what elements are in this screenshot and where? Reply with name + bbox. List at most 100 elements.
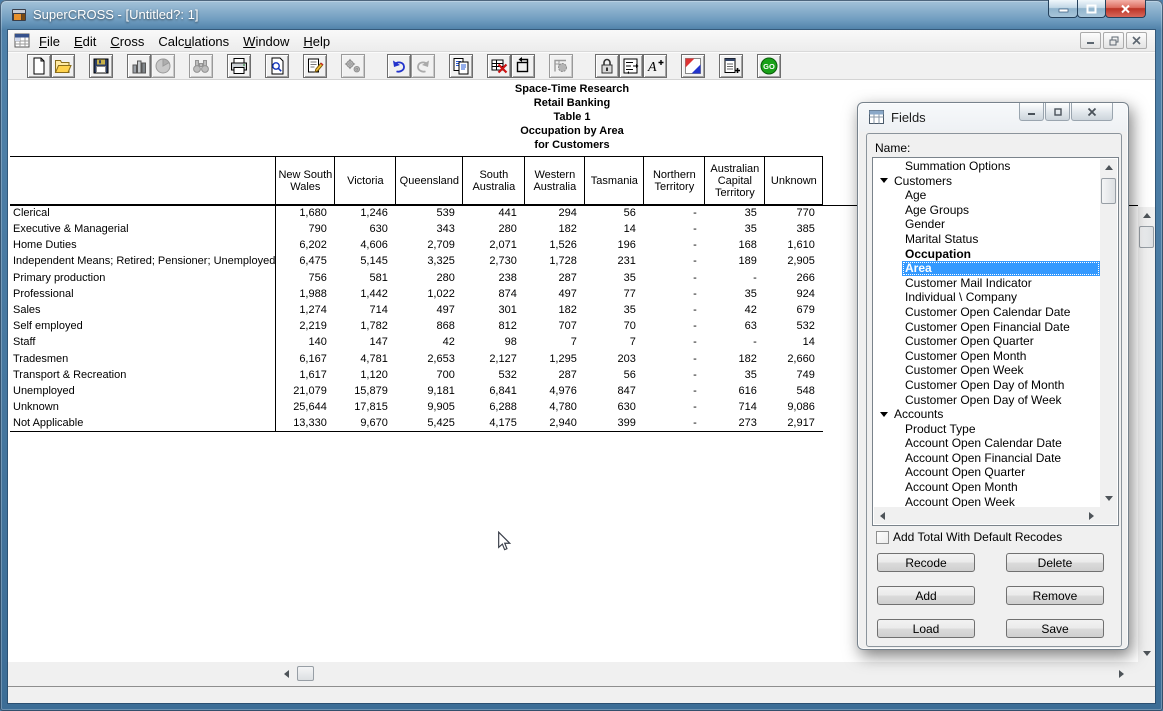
column-header[interactable]: New South Wales [276, 157, 335, 205]
data-cell[interactable]: 203 [585, 351, 644, 367]
undo-button[interactable] [387, 54, 411, 78]
data-cell[interactable]: 98 [463, 334, 525, 350]
data-cell[interactable]: 1,617 [276, 367, 335, 383]
data-cell[interactable]: 5,145 [335, 253, 396, 269]
data-cell[interactable]: 4,976 [525, 383, 585, 399]
data-cell[interactable]: 532 [463, 367, 525, 383]
column-header[interactable]: Queensland [396, 157, 463, 205]
row-header[interactable]: Self employed [10, 318, 276, 334]
data-cell[interactable]: 14 [765, 334, 823, 350]
data-cell[interactable]: 847 [585, 383, 644, 399]
data-cell[interactable]: 343 [396, 221, 463, 237]
save-button[interactable]: Save [1006, 619, 1104, 638]
data-cell[interactable]: 1,526 [525, 237, 585, 253]
data-cell[interactable]: 63 [705, 318, 765, 334]
row-header[interactable]: Sales [10, 302, 276, 318]
data-cell[interactable]: 3,325 [396, 253, 463, 269]
fields-list-item[interactable]: Individual \ Company [874, 290, 1100, 305]
row-header[interactable]: Tradesmen [10, 351, 276, 367]
menu-help[interactable]: Help [296, 31, 337, 52]
scroll-right-arrow[interactable] [1113, 665, 1130, 682]
data-cell[interactable]: 679 [765, 302, 823, 318]
data-cell[interactable]: 1,246 [335, 205, 396, 222]
data-cell[interactable]: 1,782 [335, 318, 396, 334]
menu-cross[interactable]: Cross [103, 31, 151, 52]
data-cell[interactable]: - [644, 351, 705, 367]
fields-list-vscrollbar[interactable] [1100, 159, 1117, 507]
fields-list-item[interactable]: Age [874, 188, 1100, 203]
data-cell[interactable]: 4,780 [525, 399, 585, 415]
column-header[interactable]: Victoria [335, 157, 396, 205]
minimize-button[interactable] [1048, 0, 1078, 18]
data-cell[interactable]: 9,181 [396, 383, 463, 399]
data-cell[interactable]: 231 [585, 253, 644, 269]
colors-button[interactable] [681, 54, 705, 78]
data-cell[interactable]: 2,653 [396, 351, 463, 367]
row-header[interactable]: Primary production [10, 270, 276, 286]
data-cell[interactable]: 874 [463, 286, 525, 302]
menu-file[interactable]: File [32, 31, 67, 52]
fields-list-item[interactable]: Customer Open Quarter [874, 334, 1100, 349]
save-button[interactable] [89, 54, 113, 78]
data-cell[interactable]: 35 [705, 286, 765, 302]
data-cell[interactable]: 2,905 [765, 253, 823, 269]
data-cell[interactable]: 812 [463, 318, 525, 334]
copy-button[interactable] [449, 54, 473, 78]
data-cell[interactable]: - [644, 383, 705, 399]
fields-list-item[interactable]: Account Open Week [874, 495, 1100, 507]
row-header[interactable]: Transport & Recreation [10, 367, 276, 383]
fields-list-item[interactable]: Account Open Calendar Date [874, 436, 1100, 451]
data-cell[interactable]: 868 [396, 318, 463, 334]
data-cell[interactable]: 35 [705, 367, 765, 383]
v-scrollbar-thumb[interactable] [1139, 226, 1154, 248]
data-cell[interactable]: 56 [585, 367, 644, 383]
fields-list-item[interactable]: Customer Open Week [874, 363, 1100, 378]
row-header[interactable]: Unemployed [10, 383, 276, 399]
data-cell[interactable]: 189 [705, 253, 765, 269]
scroll-left-arrow[interactable] [278, 665, 295, 682]
data-cell[interactable]: 1,274 [276, 302, 335, 318]
data-cell[interactable]: 182 [525, 221, 585, 237]
column-header[interactable]: South Australia [463, 157, 525, 205]
expanded-triangle-icon[interactable] [877, 178, 891, 183]
column-header[interactable]: Northern Territory [644, 157, 705, 205]
data-cell[interactable]: 9,905 [396, 399, 463, 415]
recode-button[interactable]: Recode [877, 553, 975, 572]
data-cell[interactable]: 1,610 [765, 237, 823, 253]
data-cell[interactable]: 581 [335, 270, 396, 286]
data-cell[interactable]: 182 [525, 302, 585, 318]
data-cell[interactable]: - [644, 205, 705, 222]
fields-list-item[interactable]: Accounts [874, 407, 1100, 422]
fields-list-item[interactable]: Customers [874, 174, 1100, 189]
data-cell[interactable]: 15,879 [335, 383, 396, 399]
data-cell[interactable]: 749 [765, 367, 823, 383]
data-cell[interactable]: 1,295 [525, 351, 585, 367]
load-button[interactable]: Load [877, 619, 975, 638]
data-cell[interactable]: 13,330 [276, 415, 335, 432]
fields-list-item[interactable]: Age Groups [874, 203, 1100, 218]
fields-list-item[interactable]: Summation Options [874, 159, 1100, 174]
data-cell[interactable]: 441 [463, 205, 525, 222]
data-cell[interactable]: 9,086 [765, 399, 823, 415]
fields-list-item[interactable]: Customer Open Day of Month [874, 378, 1100, 393]
data-cell[interactable]: 140 [276, 334, 335, 350]
data-cell[interactable]: 6,202 [276, 237, 335, 253]
open-file-button[interactable] [51, 54, 75, 78]
scroll-down-arrow[interactable] [1138, 645, 1155, 662]
data-cell[interactable]: 5,425 [396, 415, 463, 432]
data-cell[interactable]: - [705, 334, 765, 350]
fields-list-item[interactable]: Account Open Financial Date [874, 451, 1100, 466]
fields-list-item[interactable]: Customer Open Day of Week [874, 393, 1100, 408]
data-cell[interactable]: 2,127 [463, 351, 525, 367]
expanded-triangle-icon[interactable] [877, 412, 891, 417]
data-cell[interactable]: 756 [276, 270, 335, 286]
column-header[interactable]: Western Australia [525, 157, 585, 205]
data-cell[interactable]: 168 [705, 237, 765, 253]
mdi-close-button[interactable] [1126, 32, 1147, 49]
column-header[interactable]: Australian Capital Territory [705, 157, 765, 205]
data-cell[interactable]: 1,680 [276, 205, 335, 222]
data-cell[interactable]: 280 [396, 270, 463, 286]
print-preview-button[interactable] [265, 54, 289, 78]
data-cell[interactable]: 266 [765, 270, 823, 286]
data-cell[interactable]: - [644, 253, 705, 269]
